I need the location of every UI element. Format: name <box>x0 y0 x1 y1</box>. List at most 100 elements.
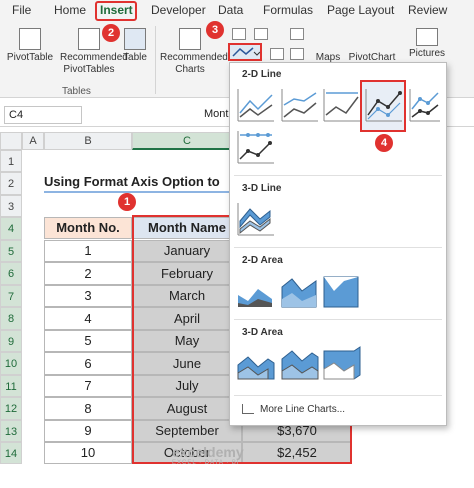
cell-month-no[interactable]: 1 <box>44 240 132 262</box>
column-header-a[interactable]: A <box>22 132 44 150</box>
step-badge-4: 4 <box>375 134 393 152</box>
watermark: exceldemy EXCEL · DATA · BI <box>172 444 244 466</box>
table-icon <box>124 28 146 50</box>
line-with-markers-chart-icon <box>365 89 402 122</box>
recommended-charts-icon <box>179 28 201 50</box>
tab-data[interactable]: Data <box>218 3 243 17</box>
gallery-divider <box>234 319 442 320</box>
ribbon-divider <box>155 26 156 94</box>
cell-month-no[interactable]: 6 <box>44 352 132 375</box>
section-2d-line: 2-D Line <box>242 69 282 80</box>
row-header[interactable]: 11 <box>0 375 22 397</box>
row-header[interactable]: 8 <box>0 307 22 330</box>
recommended-pivottables-label: Recommended PivotTables <box>60 52 128 75</box>
section-3d-area: 3-D Area <box>242 327 283 338</box>
chart-thumb-3d-stacked-area[interactable] <box>280 345 320 383</box>
tab-page-layout[interactable]: Page Layout <box>327 3 394 17</box>
sheet-title[interactable]: Using Format Axis Option to <box>44 174 230 193</box>
chart-thumb-line-with-markers[interactable] <box>364 87 404 125</box>
more-line-charts-label: More Line Charts... <box>260 404 346 415</box>
stacked-line-chart-icon <box>281 89 318 122</box>
cell-month-no[interactable]: 2 <box>44 262 132 285</box>
cell-month-no[interactable]: 10 <box>44 442 132 464</box>
chart-thumb-3d-area[interactable] <box>236 345 276 383</box>
hierarchy-chart-icon[interactable] <box>254 28 268 40</box>
3d-percent-stacked-area-chart-icon <box>323 346 361 380</box>
percent-stacked-area-chart-icon <box>323 276 359 308</box>
map-icon[interactable] <box>290 28 304 40</box>
cell-month-no[interactable]: 7 <box>44 375 132 397</box>
tab-home[interactable]: Home <box>54 3 86 17</box>
row-header[interactable]: 13 <box>0 420 22 442</box>
column-header-b[interactable]: B <box>44 132 132 150</box>
gallery-divider <box>234 395 442 396</box>
gallery-divider <box>234 247 442 248</box>
header-month-no[interactable]: Month No. <box>44 217 132 239</box>
chart-axes-icon <box>242 404 254 415</box>
insert-tab-highlight <box>95 1 137 21</box>
name-box[interactable]: C4 <box>4 106 82 124</box>
stacked-line-markers-chart-icon <box>409 89 440 122</box>
cell-month-no[interactable]: 8 <box>44 397 132 420</box>
select-all-corner[interactable] <box>0 132 22 150</box>
step-badge-3: 3 <box>206 21 224 39</box>
tab-developer[interactable]: Developer <box>151 3 206 17</box>
chart-thumb-stacked-line-markers[interactable] <box>408 87 442 125</box>
column-header-c[interactable]: C <box>132 132 242 150</box>
tab-review[interactable]: Review <box>408 3 447 17</box>
row-header[interactable]: 14 <box>0 442 22 464</box>
3d-stacked-area-chart-icon <box>281 350 319 380</box>
chart-thumb-3d-line[interactable] <box>236 201 276 239</box>
row-header[interactable]: 10 <box>0 352 22 375</box>
step-badge-1: 1 <box>118 193 136 211</box>
watermark-tagline: EXCEL · DATA · BI <box>172 460 240 466</box>
area-chart-icon <box>238 289 272 307</box>
row-header[interactable]: 3 <box>0 195 22 217</box>
recommended-pivottables-icon <box>78 28 100 50</box>
pictures-icon <box>416 28 438 46</box>
row-header[interactable]: 9 <box>0 330 22 352</box>
tables-group-label: Tables <box>62 86 91 97</box>
pivottable-label: PivotTable <box>6 52 54 63</box>
more-line-charts-link[interactable]: More Line Charts... <box>242 404 345 415</box>
cell-month-no[interactable]: 9 <box>44 420 132 442</box>
chart-thumb-stacked-area[interactable] <box>280 273 320 311</box>
line-chart-dropdown-button[interactable] <box>228 43 262 61</box>
gallery-divider <box>234 175 442 176</box>
statistic-chart-icon[interactable] <box>270 48 284 60</box>
step-badge-2: 2 <box>102 24 120 42</box>
row-header[interactable]: 12 <box>0 397 22 420</box>
section-3d-line: 3-D Line <box>242 183 282 194</box>
row-header[interactable]: 4 <box>0 217 22 240</box>
3d-line-chart-icon <box>237 203 274 236</box>
chart-thumb-area[interactable] <box>236 273 276 311</box>
chart-thumb-stacked-line[interactable] <box>280 87 320 125</box>
line-chart-icon <box>237 89 274 122</box>
ribbon-tab-bar: File Home Insert Developer Data Formulas… <box>0 0 474 22</box>
chart-thumb-100-stacked-area[interactable] <box>322 273 362 311</box>
chart-thumb-line[interactable] <box>236 87 276 125</box>
table-button[interactable]: Table <box>120 28 150 64</box>
row-header[interactable]: 2 <box>0 172 22 195</box>
row-header[interactable]: 5 <box>0 240 22 262</box>
row-header[interactable]: 7 <box>0 285 22 307</box>
pivottable-icon <box>19 28 41 50</box>
chart-thumb-3d-100-stacked-area[interactable] <box>322 345 362 383</box>
cell-month-no[interactable]: 3 <box>44 285 132 307</box>
row-header[interactable]: 1 <box>0 150 22 172</box>
pivottable-button[interactable]: PivotTable <box>4 28 56 64</box>
scatter-chart-icon[interactable] <box>290 48 304 60</box>
chart-thumb-100-stacked-line[interactable] <box>322 87 362 125</box>
cell-month-no[interactable]: 5 <box>44 330 132 352</box>
recommended-charts-label: Recommended Charts <box>160 52 228 75</box>
chart-thumb-100-stacked-line-markers[interactable] <box>236 129 276 167</box>
cell-month-no[interactable]: 4 <box>44 307 132 330</box>
row-header[interactable]: 6 <box>0 262 22 285</box>
section-2d-area: 2-D Area <box>242 255 283 266</box>
tab-file[interactable]: File <box>12 3 31 17</box>
tab-formulas[interactable]: Formulas <box>263 3 313 17</box>
column-chart-icon[interactable] <box>232 28 246 40</box>
pictures-label: Pictures <box>408 48 446 59</box>
line-chart-gallery: 2-D Line 3-D Line 2-D Area 3-D Area More… <box>229 62 447 426</box>
pictures-button[interactable]: Pictures <box>404 28 450 60</box>
